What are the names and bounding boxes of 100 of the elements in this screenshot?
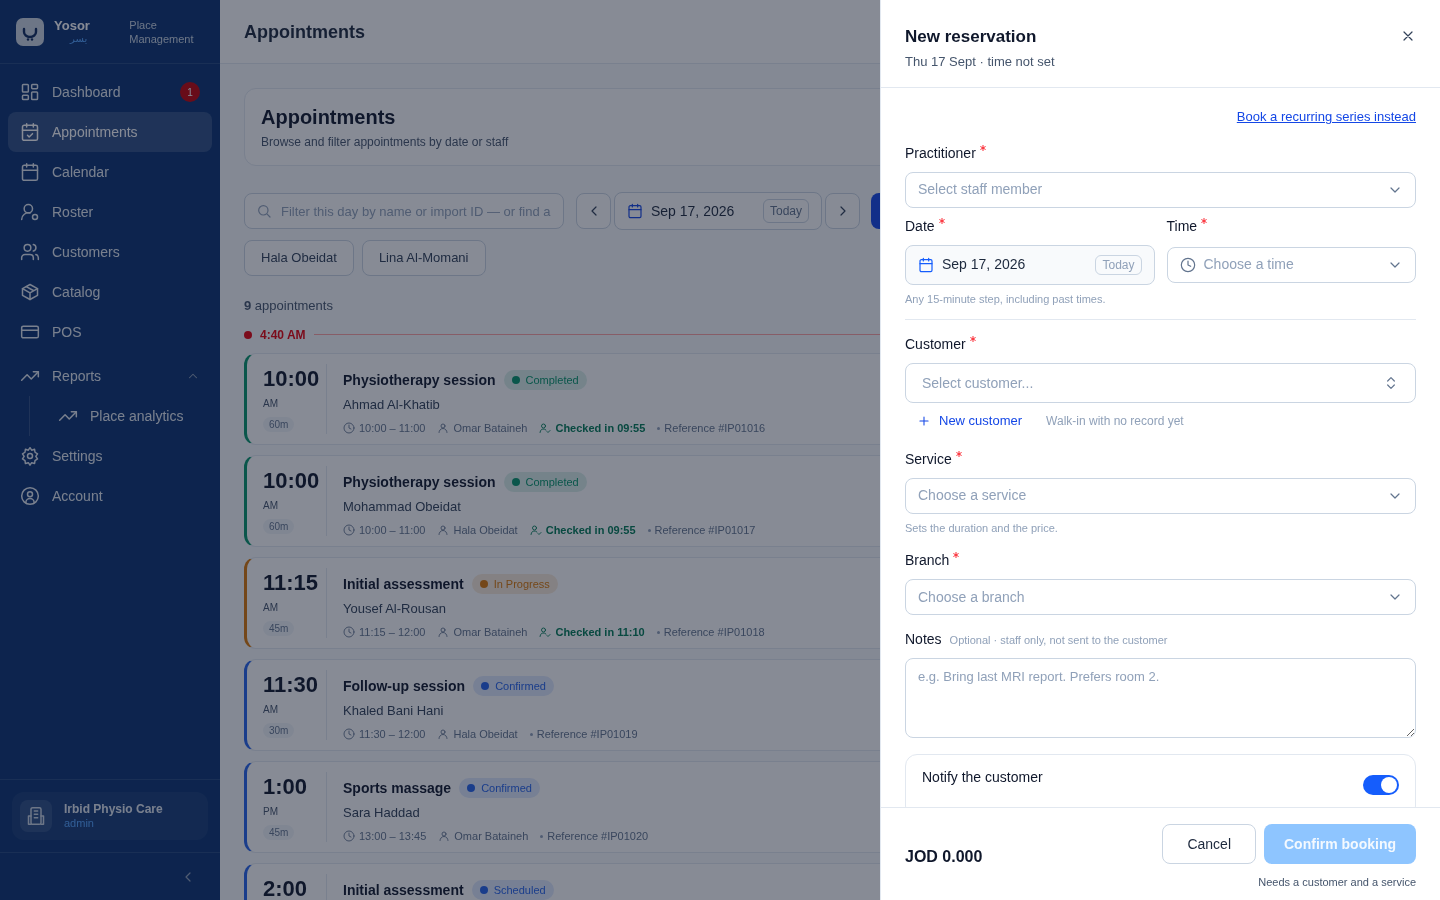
appointment-card[interactable]: 11:30 AM 30m Follow-up session Confirmed Khaled Bani Hani 11:30 – 12:00 Hala Obeidat Reference #IP01019 — [244, 658, 880, 751]
field-label: Service — [905, 449, 952, 469]
date-picker[interactable]: Sep 17, 2026 Today — [614, 192, 822, 230]
time-period: AM — [263, 600, 278, 615]
field-label: Date — [905, 216, 935, 236]
staff-name: Omar Bataineh — [454, 829, 529, 844]
notify-toggle[interactable] — [1363, 775, 1399, 795]
service-title: Follow-up session — [343, 676, 466, 696]
nav-item[interactable]: Settings — [8, 436, 212, 476]
nav-item[interactable]: Catalog — [8, 272, 212, 312]
appointment-card[interactable]: 11:15 AM 45m Initial assessment In Progress Yousef Al-Rousan 11:15 – 12:00 Omar Bataineh Checked in 11:10 Reference #IP01018 — [244, 556, 880, 649]
clock-icon — [343, 422, 355, 435]
staff-name: Hala Obeidat — [453, 727, 518, 742]
check-in-time: Checked in 09:55 — [545, 523, 636, 538]
time-period: AM — [263, 498, 278, 513]
card-subtitle: Browse and filter appointments by date or staff — [261, 133, 510, 150]
workspace-name: Irbid Physio Care — [64, 801, 163, 817]
service-title: Physiotherapy session — [343, 472, 496, 492]
nav-icon — [20, 486, 40, 506]
appointment-time: 10:00 — [263, 367, 320, 390]
staff-name: Omar Bataineh — [453, 625, 528, 640]
time-range: 11:15 – 12:00 — [359, 625, 426, 640]
reference-number: Reference #IP01017 — [654, 523, 756, 538]
nav-icon — [20, 202, 40, 222]
drawer-subtitle: Thu 17 Sept · time not set — [905, 52, 1055, 71]
nav-icon — [20, 242, 40, 262]
nav-item[interactable]: Customers — [8, 232, 212, 272]
time-period: PM — [263, 804, 278, 819]
cancel-button[interactable]: Cancel — [1162, 824, 1256, 864]
nav-subitem[interactable]: Place analytics — [46, 396, 212, 436]
appointment-count: 9 appointments — [244, 297, 334, 315]
appointment-time: 11:30 — [263, 673, 319, 696]
reference-number: Reference #IP01019 — [536, 727, 638, 742]
time-range: 10:00 – 11:00 — [359, 523, 426, 538]
duration-tag: 60m — [263, 518, 295, 534]
person-icon — [437, 422, 450, 435]
time-period: AM — [263, 702, 278, 717]
time-range: 13:00 – 13:45 — [359, 829, 427, 844]
appointment-card[interactable]: 10:00 AM 60m Physiotherapy session Completed Ahmad Al-Khatib 10:00 – 11:00 Omar Bataineh Checked in 09:55 Reference #IP01016 — [244, 352, 880, 445]
practitioner-select[interactable]: Select staff member — [905, 171, 1416, 208]
person-check-icon — [529, 524, 542, 537]
field-label: Practitioner — [905, 143, 976, 163]
appointment-card[interactable]: 10:00 AM 60m Physiotherapy session Completed Mohammad Obeidat 10:00 – 11:00 Hala Obeidat Checked in 09:55 Reference #IP01017 — [244, 454, 880, 547]
customer-name: Khaled Bani Hani — [343, 701, 445, 720]
workspace-role: admin — [64, 816, 95, 831]
nav-icon — [20, 282, 40, 302]
appointment-time: 10:00 — [263, 469, 320, 492]
service-select[interactable]: Choose a service — [905, 477, 1416, 514]
staff-name: Omar Bataineh — [453, 421, 528, 436]
appointment-time: 1:00 — [263, 775, 308, 798]
staff-filter-chip[interactable]: Hala Obeidat — [244, 240, 354, 276]
branch-select[interactable]: Choose a branch — [905, 579, 1416, 615]
time-range: 10:00 – 11:00 — [359, 421, 426, 436]
date-field[interactable]: Sep 17, 2026 Today — [905, 244, 1155, 285]
field-label: Branch — [905, 551, 950, 570]
duration-tag: 45m — [263, 620, 295, 636]
calendar-icon — [627, 203, 643, 219]
time-select[interactable]: Choose a time — [1166, 246, 1416, 283]
person-check-icon — [539, 422, 552, 435]
nav-item[interactable]: Roster — [8, 192, 212, 232]
brand-arabic-name: يسر — [68, 34, 89, 44]
total-amount: JOD 0.000 — [905, 847, 983, 867]
building-icon — [26, 806, 46, 826]
appointment-time: 11:15 — [263, 571, 319, 594]
field-label: Customer — [905, 335, 966, 354]
brand-name: Yosor — [54, 19, 91, 32]
nav-item[interactable]: Reports — [8, 356, 212, 396]
today-button[interactable]: Today — [762, 199, 809, 223]
nav-item[interactable]: POS — [8, 312, 212, 352]
field-hint: Any 15-minute step, including past times. — [905, 291, 1107, 307]
new-customer-button[interactable]: New customer — [917, 411, 1023, 431]
nav-item[interactable]: Dashboard 1 — [8, 72, 212, 112]
drawer-title: New reservation — [905, 26, 1038, 48]
notify-label: Notify the customer — [922, 768, 1043, 787]
customer-select[interactable]: Select customer... — [905, 363, 1416, 403]
duration-tag: 30m — [263, 722, 295, 738]
reference-number: Reference #IP01020 — [547, 829, 649, 844]
plus-icon — [917, 413, 931, 428]
person-icon — [437, 524, 450, 537]
reference-number: Reference #IP01018 — [663, 625, 765, 640]
service-title: Physiotherapy session — [343, 370, 496, 390]
search-icon — [256, 203, 272, 219]
logo-icon — [16, 17, 44, 46]
field-hint: Optional · staff only, not sent to the customer — [949, 633, 1168, 648]
appointment-card[interactable]: 2:00 Initial assessment Scheduled — [244, 862, 880, 900]
nav-item[interactable]: Account — [8, 476, 212, 516]
brand-subtitle: Place Management — [129, 17, 195, 46]
notes-field[interactable]: e.g. Bring last MRI report. Prefers room 2. — [905, 658, 1416, 738]
staff-filter-chip[interactable]: Lina Al-Momani — [361, 240, 486, 276]
nav-item[interactable]: Calendar — [8, 152, 212, 192]
customer-name: Mohammad Obeidat — [343, 497, 462, 516]
service-title: Initial assessment — [343, 574, 464, 594]
person-icon — [438, 830, 451, 843]
clock-icon — [343, 626, 355, 639]
customer-name: Yousef Al-Rousan — [343, 599, 447, 618]
today-button[interactable]: Today — [1095, 254, 1142, 275]
reference-number: Reference #IP01016 — [664, 421, 766, 436]
appointment-card[interactable]: 1:00 PM 45m Sports massage Confirmed Sara Haddad 13:00 – 13:45 Omar Bataineh Reference #IP01020 — [244, 760, 880, 853]
recurring-series-link[interactable]: Book a recurring series instead — [1236, 107, 1416, 127]
nav-icon — [20, 162, 40, 182]
